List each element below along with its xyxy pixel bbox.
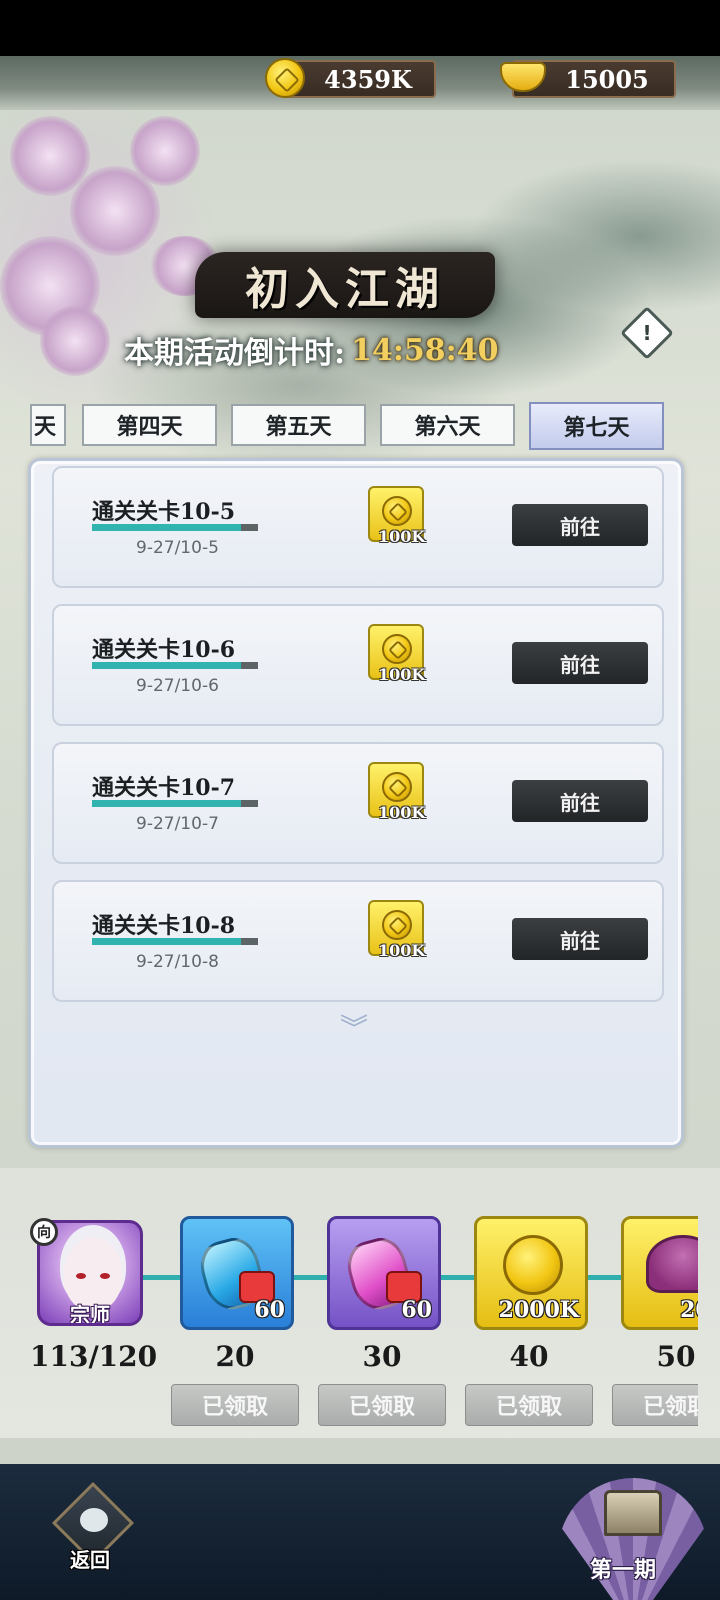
task-progress-bar <box>92 800 258 807</box>
tab-label: 第四天 <box>116 414 183 440</box>
milestone-reward-40[interactable]: 2000K <box>474 1216 588 1330</box>
task-title: 通关关卡10-7 <box>92 775 236 801</box>
tab-day-5[interactable]: 第五天 <box>231 404 366 446</box>
claimed-label: 已领取 <box>348 1394 415 1420</box>
task-progress-text: 9-27/10-7 <box>136 814 219 834</box>
claimed-button[interactable]: 已领取 <box>171 1384 299 1426</box>
milestone-threshold: 30 <box>362 1340 402 1373</box>
task-title: 通关关卡10-6 <box>92 637 236 663</box>
eye-decoration <box>76 1273 86 1279</box>
task-row: 通关关卡10-5 9-27/10-5 100K 前往 <box>52 466 664 588</box>
go-button-label: 前往 <box>560 790 600 815</box>
activity-score: 113/120 <box>30 1340 158 1373</box>
task-progress-text: 9-27/10-8 <box>136 952 219 972</box>
milestone-reward-50[interactable]: 200 <box>621 1216 698 1330</box>
tab-day-7[interactable]: 第七天 <box>529 402 664 450</box>
back-button[interactable]: 返回 <box>51 1481 136 1578</box>
reward-item[interactable]: 100K <box>368 900 425 960</box>
task-progress-bar <box>92 938 258 945</box>
cloud-crest-icon <box>80 1508 108 1532</box>
reward-quantity: 100K <box>378 941 426 960</box>
ingot-balance-value: 15005 <box>565 64 649 94</box>
go-button-label: 前往 <box>560 652 600 677</box>
milestone-threshold: 40 <box>509 1340 549 1373</box>
blossom-decoration <box>130 116 200 186</box>
back-label: 返回 <box>70 1548 110 1572</box>
gold-coin-icon <box>382 496 412 526</box>
task-progress-bar <box>92 662 258 669</box>
claimed-label: 已领取 <box>495 1394 562 1420</box>
claimed-label: 已领取 <box>642 1394 698 1420</box>
event-title-text: 初入江湖 <box>245 264 445 315</box>
avatar-rank-label: 宗师 <box>70 1303 110 1326</box>
task-row: 通关关卡10-7 9-27/10-7 100K 前往 <box>52 742 664 864</box>
reward-item[interactable]: 100K <box>368 762 425 822</box>
task-title: 通关关卡10-5 <box>92 499 236 525</box>
milestone-reward-quantity: 60 <box>401 1297 432 1323</box>
task-progress-text: 9-27/10-6 <box>136 676 219 696</box>
season-button[interactable]: 第一期 <box>558 1472 708 1600</box>
task-row: 通关关卡10-6 9-27/10-6 100K 前往 <box>52 604 664 726</box>
milestone-threshold: 20 <box>215 1340 255 1373</box>
gold-coin-icon <box>265 58 305 98</box>
reward-quantity: 100K <box>378 527 426 546</box>
eye-decoration <box>100 1273 110 1279</box>
milestone-reward-30[interactable]: 60 <box>327 1216 441 1330</box>
reward-item[interactable]: 100K <box>368 624 425 684</box>
gold-coin-icon <box>382 634 412 664</box>
go-button-label: 前往 <box>560 928 600 953</box>
tab-label: 第六天 <box>414 414 481 440</box>
tab-label: 第五天 <box>265 414 332 440</box>
scroll-down-chevron-icon[interactable]: ︾ <box>334 1012 374 1046</box>
task-row: 通关关卡10-8 9-27/10-8 100K 前往 <box>52 880 664 1002</box>
go-button[interactable]: 前往 <box>512 504 648 546</box>
countdown-label: 本期活动倒计时: <box>124 336 346 371</box>
milestone-reward-quantity: 2000K <box>498 1297 579 1323</box>
event-countdown: 本期活动倒计时: 14:58:40 <box>124 328 498 372</box>
tab-day-3[interactable]: 天 <box>30 404 66 446</box>
go-button[interactable]: 前往 <box>512 780 648 822</box>
reward-item[interactable]: 100K <box>368 486 425 546</box>
go-button[interactable]: 前往 <box>512 642 648 684</box>
go-button[interactable]: 前往 <box>512 918 648 960</box>
status-bar <box>0 0 720 56</box>
go-button-label: 前往 <box>560 514 600 539</box>
claimed-button[interactable]: 已领取 <box>318 1384 446 1426</box>
claimed-label: 已领取 <box>201 1394 268 1420</box>
season-label: 第一期 <box>590 1557 657 1583</box>
gold-coin-icon <box>382 910 412 940</box>
milestone-threshold: 50 <box>656 1340 696 1373</box>
avatar-badge-text: 向 <box>37 1225 51 1241</box>
reward-quantity: 100K <box>378 665 426 684</box>
tab-label: 天 <box>34 414 57 440</box>
tab-day-4[interactable]: 第四天 <box>82 404 217 446</box>
treasure-chest-icon <box>604 1490 662 1536</box>
blossom-decoration <box>40 306 110 376</box>
gold-coin-icon <box>503 1235 563 1295</box>
purple-hat-icon <box>646 1235 698 1293</box>
event-title: 初入江湖 <box>195 252 495 318</box>
coin-balance-value: 4359K <box>324 64 412 94</box>
tab-label: 第七天 <box>563 415 630 441</box>
reward-quantity: 100K <box>378 803 426 822</box>
task-title: 通关关卡10-8 <box>92 913 236 939</box>
gold-coin-icon <box>382 772 412 802</box>
claimed-button[interactable]: 已领取 <box>465 1384 593 1426</box>
milestone-reward-quantity: 200 <box>680 1297 698 1323</box>
task-progress-bar <box>92 524 258 531</box>
task-progress-text: 9-27/10-5 <box>136 538 219 558</box>
countdown-time: 14:58:40 <box>351 332 499 368</box>
tab-day-6[interactable]: 第六天 <box>380 404 515 446</box>
milestone-reward-quantity: 60 <box>254 1297 285 1323</box>
claimed-button[interactable]: 已领取 <box>612 1384 698 1426</box>
avatar-badge-icon: 向 <box>30 1218 58 1246</box>
milestone-reward-20[interactable]: 60 <box>180 1216 294 1330</box>
